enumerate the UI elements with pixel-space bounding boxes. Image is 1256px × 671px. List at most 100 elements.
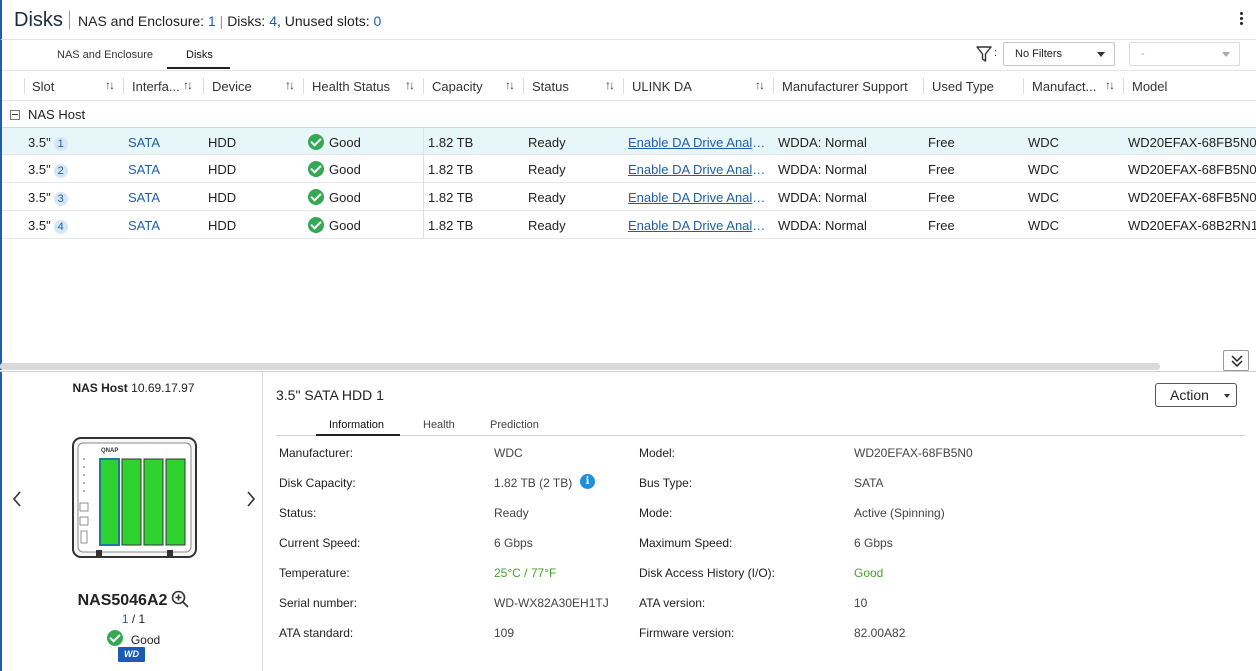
nas-device-image[interactable]: QNAP — [72, 437, 197, 560]
column-header-device[interactable]: Device — [212, 79, 252, 94]
drive-bay-3 — [143, 458, 164, 546]
horizontal-scrollbar[interactable] — [0, 363, 1160, 370]
column-divider — [523, 78, 524, 94]
column-divider — [303, 78, 304, 94]
column-header-ulink-da[interactable]: ULINK DA — [632, 79, 692, 94]
host-title: NAS Host 10.69.17.97 — [2, 381, 265, 395]
interface-cell[interactable]: SATA — [128, 135, 160, 150]
manufacturer-support-cell: WDDA: Normal — [778, 218, 867, 233]
nas-count-label: NAS and Enclosure: — [78, 13, 205, 29]
disks-count-label: Disks: — [227, 13, 266, 29]
column-divider — [423, 183, 424, 211]
table-row[interactable]: 3.5" 1 SATA HDD Good 1.82 TB Ready Enable… — [2, 127, 1256, 156]
filter-select[interactable]: No Filters — [1003, 42, 1115, 66]
manufacturer-support-cell: WDDA: Normal — [778, 162, 867, 177]
filter-value: No Filters — [1015, 48, 1063, 60]
interface-cell[interactable]: SATA — [128, 190, 160, 205]
status-cell: Ready — [528, 218, 566, 233]
table-row[interactable]: 3.5" 4 SATA HDD Good 1.82 TB Ready Enable… — [2, 211, 1256, 239]
model-cell: WD20EFAX-68FB5N0 — [1128, 162, 1256, 177]
column-header-status[interactable]: Status — [532, 79, 569, 94]
group-row-nas-host[interactable]: NAS Host — [2, 101, 1256, 128]
column-header-capacity[interactable]: Capacity — [432, 79, 483, 94]
sort-icon[interactable]: ↑↓ — [405, 78, 415, 92]
secondary-filter-select[interactable]: - — [1129, 42, 1240, 66]
column-divider — [203, 78, 204, 94]
capacity-cell: 1.82 TB — [428, 190, 474, 205]
sort-icon[interactable]: ↑↓ — [755, 78, 765, 92]
column-header-manufacturer[interactable]: Manufact... — [1032, 79, 1096, 94]
device-model-name: NAS5046A2 — [2, 590, 265, 610]
sort-icon[interactable]: ↑↓ — [1105, 78, 1115, 92]
interface-cell[interactable]: SATA — [128, 162, 160, 177]
status-ok-icon — [106, 630, 123, 646]
health-ok-icon — [308, 217, 324, 233]
tab-information[interactable]: Information — [329, 419, 384, 431]
device-page-current[interactable]: 1 — [122, 612, 129, 626]
status-cell: Ready — [528, 190, 566, 205]
info-value: WD-WX82A30EH1TJ — [494, 596, 609, 610]
table-row[interactable]: 3.5" 3 SATA HDD Good 1.82 TB Ready Enable… — [2, 183, 1256, 211]
qnap-logo: QNAP — [101, 448, 118, 454]
info-value: 1.82 TB (2 TB) — [494, 476, 573, 490]
action-button[interactable]: Action — [1155, 383, 1237, 407]
column-header-health-status[interactable]: Health Status — [312, 79, 390, 94]
column-header-manufacturer-support[interactable]: Manufacturer Support — [782, 79, 908, 94]
info-label: Status: — [279, 506, 317, 520]
column-header-used-type[interactable]: Used Type — [932, 79, 994, 94]
info-value: 109 — [494, 626, 515, 640]
column-header-model[interactable]: Model — [1132, 79, 1167, 94]
chevron-down-icon — [1097, 52, 1105, 57]
column-divider — [1023, 78, 1024, 94]
filter-icon[interactable] — [975, 45, 993, 63]
drive-bay-4 — [165, 458, 186, 546]
sort-icon[interactable]: ↑↓ — [285, 78, 295, 92]
collapse-panel-button[interactable] — [1223, 350, 1249, 371]
tab-health[interactable]: Health — [423, 419, 455, 431]
chevron-left-icon[interactable] — [11, 490, 23, 508]
zoom-in-icon[interactable] — [171, 590, 189, 608]
nas-count[interactable]: 1 — [208, 13, 216, 29]
ulink-da-link[interactable]: Enable DA Drive Analyzer — [628, 190, 768, 205]
page-header: Disks NAS and Enclosure: 1 | Disks: 4, U… — [0, 0, 1256, 40]
column-divider — [923, 78, 924, 94]
column-header-interface[interactable]: Interfa... — [132, 79, 180, 94]
health-ok-icon — [308, 134, 324, 150]
manufacturer-cell: WDC — [1028, 218, 1060, 233]
column-divider — [423, 78, 424, 94]
info-value: WDC — [494, 446, 523, 460]
info-icon[interactable]: i — [580, 474, 595, 489]
sort-icon[interactable]: ↑↓ — [505, 78, 515, 92]
sort-icon[interactable]: ↑↓ — [605, 78, 615, 92]
unused-slots-count[interactable]: 0 — [374, 13, 382, 29]
disk-access-history-value: Good — [854, 566, 884, 580]
model-cell: WD20EFAX-68FB5N0 — [1128, 190, 1256, 205]
sort-icon[interactable]: ↑↓ — [105, 78, 115, 92]
chevron-right-icon[interactable] — [245, 490, 257, 508]
column-header-slot[interactable]: Slot — [32, 79, 54, 94]
more-options-icon[interactable] — [1240, 12, 1244, 28]
table-header: Slot ↑↓ Interfa... ↑↓ Device ↑↓ Health S… — [2, 70, 1256, 101]
manufacturer-support-cell: WDDA: Normal — [778, 135, 867, 150]
collapse-group-icon[interactable] — [10, 110, 20, 120]
disks-count[interactable]: 4 — [269, 13, 277, 29]
tab-nas-and-enclosure[interactable]: NAS and Enclosure — [57, 49, 153, 61]
ulink-da-link[interactable]: Enable DA Drive Analyzer — [628, 162, 768, 177]
tab-disks[interactable]: Disks — [186, 49, 213, 61]
table-row[interactable]: 3.5" 2 SATA HDD Good 1.82 TB Ready Enable… — [2, 155, 1256, 183]
active-tab-indicator — [167, 67, 230, 69]
device-cell: HDD — [208, 218, 237, 233]
sort-icon[interactable]: ↑↓ — [183, 78, 193, 92]
interface-cell[interactable]: SATA — [128, 218, 160, 233]
ulink-da-link[interactable]: Enable DA Drive Analyzer — [628, 218, 768, 233]
used-type-cell: Free — [928, 218, 955, 233]
drive-bay-1 — [99, 458, 120, 546]
tab-prediction[interactable]: Prediction — [490, 419, 539, 431]
info-label: ATA standard: — [279, 626, 354, 640]
health-cell: Good — [329, 135, 361, 150]
info-label: Disk Capacity: — [279, 476, 356, 490]
device-panel: NAS Host 10.69.17.97 QNAP NAS5046A2 1 / … — [0, 372, 263, 671]
model-cell: WD20EFAX-68B2RN1 — [1128, 218, 1256, 233]
ulink-da-link[interactable]: Enable DA Drive Analyzer — [628, 135, 768, 150]
tab-divider — [276, 435, 1245, 436]
